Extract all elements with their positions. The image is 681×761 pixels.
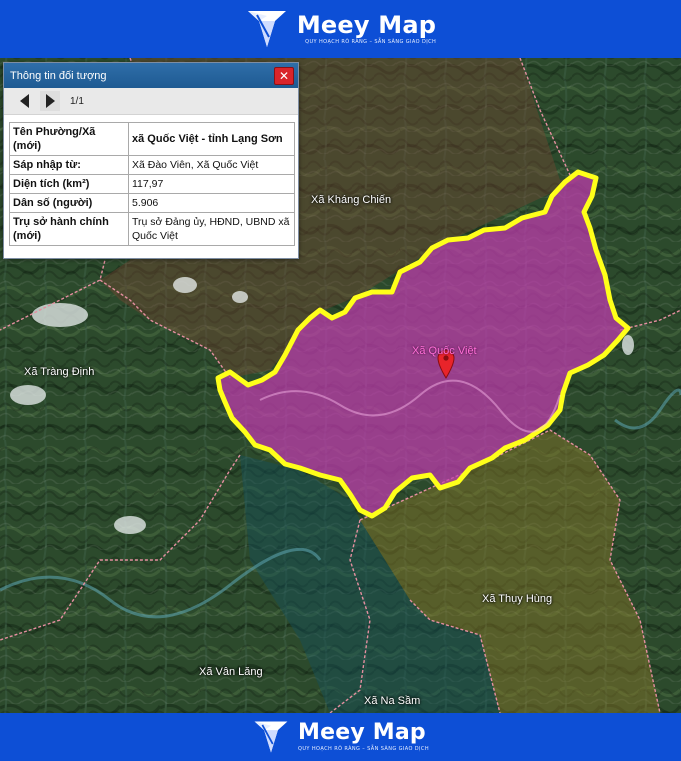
table-row: Sáp nhập từ: Xã Đào Viên, Xã Quốc Việt xyxy=(9,155,295,175)
attr-value: 117,97 xyxy=(128,174,295,194)
brand-tagline: QUY HOẠCH RÕ RÀNG – SẴN SÀNG GIAO DỊCH xyxy=(305,39,437,45)
brand-name: Meey Map xyxy=(296,11,437,39)
label-trang-dinh[interactable]: Xã Tràng Định xyxy=(24,366,94,378)
footer-bar: Meey Map QUY HOẠCH RÕ RÀNG – SẴN SÀNG GI… xyxy=(0,713,681,761)
attr-key: Diện tích (km²) xyxy=(9,174,129,194)
attr-value: 5.906 xyxy=(128,193,295,213)
brand-logo[interactable]: Meey Map QUY HOẠCH RÕ RÀNG – SẴN SÀNG GI… xyxy=(245,7,436,51)
close-icon: ✕ xyxy=(278,68,290,83)
footer-brand-logo[interactable]: Meey Map QUY HOẠCH RÕ RÀNG – SẴN SÀNG GI… xyxy=(252,718,429,756)
attr-value: Xã Đào Viên, Xã Quốc Việt xyxy=(128,155,295,175)
table-row: Trụ sở hành chính (mới) Trụ sở Đảng ủy, … xyxy=(9,212,295,246)
feature-info-popup: Thông tin đối tượng ✕ 1/1 Tên Phường/Xã … xyxy=(3,62,299,259)
table-row: Diện tích (km²) 117,97 xyxy=(9,174,295,194)
label-khang-chien[interactable]: Xã Kháng Chiến xyxy=(311,194,391,206)
page-counter: 1/1 xyxy=(70,95,84,107)
label-quoc-viet[interactable]: Xã Quốc Việt xyxy=(412,345,477,357)
prev-button[interactable] xyxy=(14,91,34,111)
next-button[interactable] xyxy=(40,91,60,111)
close-button[interactable]: ✕ xyxy=(274,66,294,85)
label-thuy-hung[interactable]: Xã Thụy Hùng xyxy=(482,593,552,605)
popup-header: Thông tin đối tượng ✕ xyxy=(4,63,298,88)
attr-key: Sáp nhập từ: xyxy=(9,155,129,175)
popup-pager: 1/1 xyxy=(4,88,298,115)
chevron-left-icon xyxy=(19,94,29,108)
meey-logo-icon xyxy=(254,721,288,753)
brand-tagline: QUY HOẠCH RÕ RÀNG – SẴN SÀNG GIAO DỊCH xyxy=(298,746,429,752)
attribute-table: Tên Phường/Xã (mới) xã Quốc Việt - tỉnh … xyxy=(9,122,295,246)
attr-key: Dân số (người) xyxy=(9,193,129,213)
attr-key: Trụ sở hành chính (mới) xyxy=(9,212,129,246)
label-van-lang[interactable]: Xã Vân Lăng xyxy=(199,666,263,678)
meey-logo-icon xyxy=(247,11,286,47)
popup-title: Thông tin đối tượng xyxy=(10,69,107,82)
chevron-right-icon xyxy=(45,94,55,108)
label-na-sam[interactable]: Xã Na Sầm xyxy=(364,695,420,707)
attr-value: xã Quốc Việt - tỉnh Lạng Sơn xyxy=(128,122,295,156)
table-row: Dân số (người) 5.906 xyxy=(9,193,295,213)
table-row: Tên Phường/Xã (mới) xã Quốc Việt - tỉnh … xyxy=(9,122,295,156)
brand-name: Meey Map xyxy=(298,720,426,745)
page: Meey Map QUY HOẠCH RÕ RÀNG – SẴN SÀNG GI… xyxy=(0,0,681,761)
attr-key: Tên Phường/Xã (mới) xyxy=(9,122,129,156)
header-bar: Meey Map QUY HOẠCH RÕ RÀNG – SẴN SÀNG GI… xyxy=(0,0,681,58)
attr-value: Trụ sở Đảng ủy, HĐND, UBND xã Quốc Việt xyxy=(128,212,295,246)
